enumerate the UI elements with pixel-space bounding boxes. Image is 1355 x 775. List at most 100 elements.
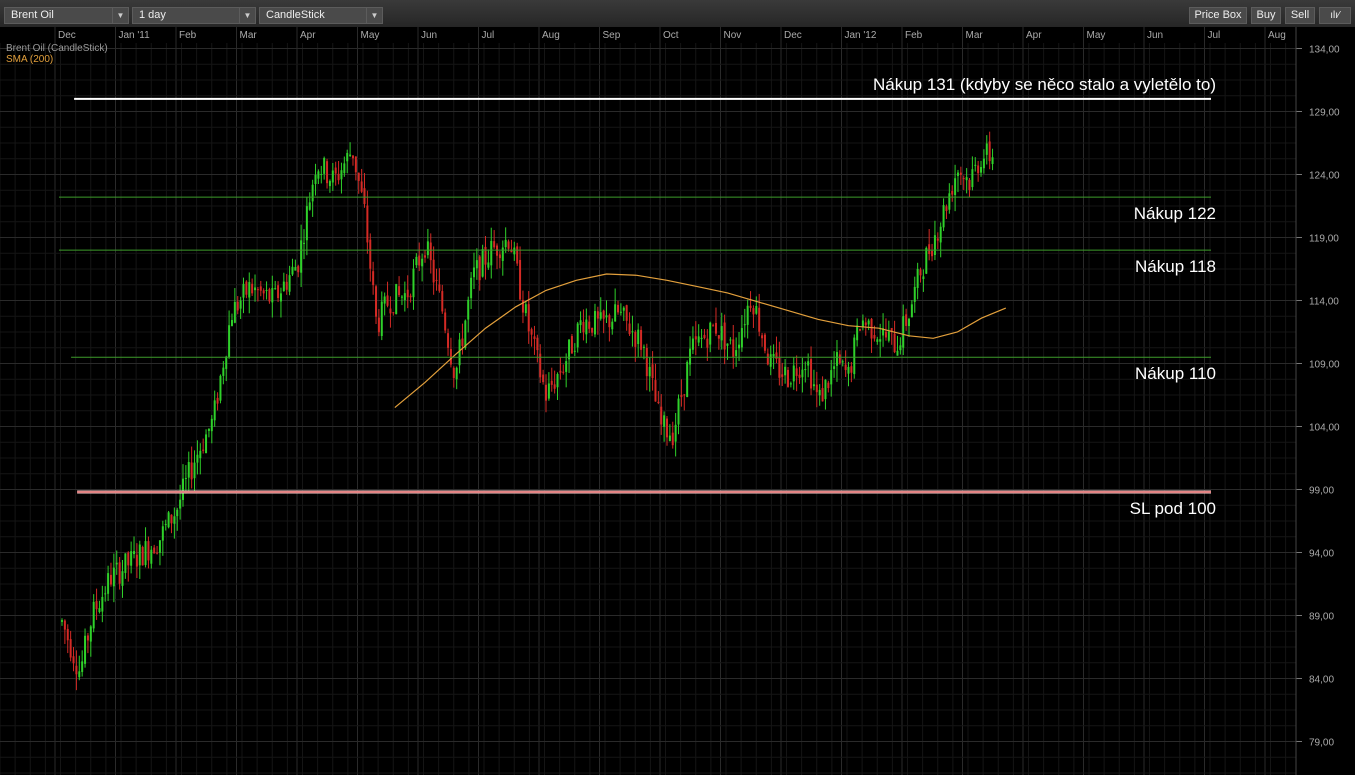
- candle-body: [559, 370, 562, 373]
- candle-body: [968, 179, 971, 191]
- candle-body: [671, 432, 674, 446]
- candle-body: [876, 339, 879, 342]
- candle-body: [294, 267, 297, 271]
- candle-body: [475, 260, 478, 269]
- candle-body: [593, 311, 596, 335]
- candle-body: [274, 288, 277, 290]
- chevron-down-icon[interactable]: ▼: [366, 8, 382, 23]
- candle-body: [363, 188, 366, 205]
- candle-body: [959, 172, 962, 175]
- candle-body: [576, 323, 579, 348]
- candle-body: [714, 322, 717, 334]
- level-label: Nákup 122: [1134, 204, 1216, 223]
- candle-body: [285, 281, 288, 290]
- level-label: SL pod 100: [1130, 499, 1216, 518]
- candle-body: [980, 167, 983, 173]
- candle-body: [127, 552, 130, 566]
- candle-body: [951, 191, 954, 195]
- candle-body: [752, 308, 755, 315]
- candle-body: [689, 348, 692, 365]
- candle-body: [835, 352, 838, 366]
- chevron-down-icon[interactable]: ▼: [239, 8, 255, 23]
- candle-body: [199, 450, 202, 459]
- candle-body: [769, 354, 772, 367]
- candle-body: [798, 374, 801, 378]
- pencil-icon: ⁄: [1338, 10, 1340, 21]
- drawing-tools-button[interactable]: ılı⁄: [1319, 7, 1351, 24]
- candle-body: [749, 305, 752, 308]
- candle-body: [242, 283, 245, 298]
- period-select[interactable]: 1 day ▼: [132, 7, 256, 24]
- candle-body: [478, 256, 481, 281]
- y-tick-label: 94,00: [1309, 549, 1334, 560]
- candle-body: [323, 158, 326, 174]
- candle-body: [781, 374, 784, 377]
- chart-type-select[interactable]: CandleStick ▼: [259, 7, 383, 24]
- candle-body: [130, 551, 133, 566]
- candle-body: [893, 333, 896, 353]
- candle-body: [409, 295, 412, 298]
- candle-body: [254, 287, 257, 291]
- sell-button[interactable]: Sell: [1285, 7, 1315, 24]
- candle-body: [729, 339, 732, 341]
- candle-body: [92, 601, 95, 629]
- x-tick-label: Oct: [663, 30, 679, 41]
- x-tick-label: May: [1087, 30, 1106, 41]
- candle-body: [112, 567, 115, 587]
- candle-body: [562, 371, 565, 373]
- candle-body: [107, 573, 110, 594]
- candle-body: [328, 181, 331, 187]
- candle-body: [288, 275, 291, 292]
- instrument-select[interactable]: Brent Oil ▼: [4, 7, 129, 24]
- candle-body: [458, 339, 461, 366]
- candle-body: [380, 301, 383, 337]
- candle-body: [158, 540, 161, 553]
- x-tick-label: Jul: [1208, 30, 1221, 41]
- candle-body: [789, 383, 792, 385]
- candle-body: [833, 366, 836, 369]
- candle-body: [153, 547, 156, 554]
- candle-body: [190, 462, 193, 480]
- buy-button[interactable]: Buy: [1251, 7, 1281, 24]
- candle-body: [472, 267, 475, 278]
- candle-body: [617, 304, 620, 313]
- candle-body: [300, 240, 303, 273]
- candle-body: [259, 286, 262, 291]
- candle-body: [640, 329, 643, 350]
- candle-body: [513, 247, 516, 255]
- candle-body: [619, 311, 622, 313]
- candle-body: [879, 339, 882, 342]
- candle-body: [743, 324, 746, 326]
- candle-body: [205, 434, 208, 454]
- candle-body: [354, 156, 357, 173]
- y-tick-label: 99,00: [1309, 486, 1334, 497]
- candle-body: [351, 155, 354, 159]
- candle-body: [317, 171, 320, 179]
- candle-body: [236, 301, 239, 311]
- chevron-down-icon[interactable]: ▼: [112, 8, 128, 23]
- candle-body: [415, 256, 418, 266]
- candle-body: [435, 279, 438, 281]
- chart-area[interactable]: Dec Jan '11 Feb Mar Apr May Jun Jul Aug Sep Oct Nov…: [0, 27, 1355, 775]
- x-tick-label: Jun: [1147, 30, 1163, 41]
- candle-body: [625, 305, 628, 321]
- candle-body: [942, 205, 945, 228]
- candle-body: [297, 266, 300, 273]
- candle-body: [772, 353, 775, 357]
- candle-body: [219, 375, 222, 401]
- candle-body: [936, 238, 939, 241]
- candle-body: [63, 620, 66, 630]
- candle-body: [956, 172, 959, 176]
- candle-body: [360, 181, 363, 192]
- candle-body: [677, 398, 680, 425]
- candle-body: [726, 343, 729, 346]
- candle-body: [939, 226, 942, 243]
- candle-body: [245, 281, 248, 295]
- candle-body: [150, 549, 153, 564]
- candle-body: [637, 329, 640, 345]
- candle-body: [867, 320, 870, 325]
- candle-body: [795, 368, 798, 376]
- candle-body: [326, 161, 329, 184]
- candle-body: [910, 304, 913, 318]
- price-box-button[interactable]: Price Box: [1189, 7, 1247, 24]
